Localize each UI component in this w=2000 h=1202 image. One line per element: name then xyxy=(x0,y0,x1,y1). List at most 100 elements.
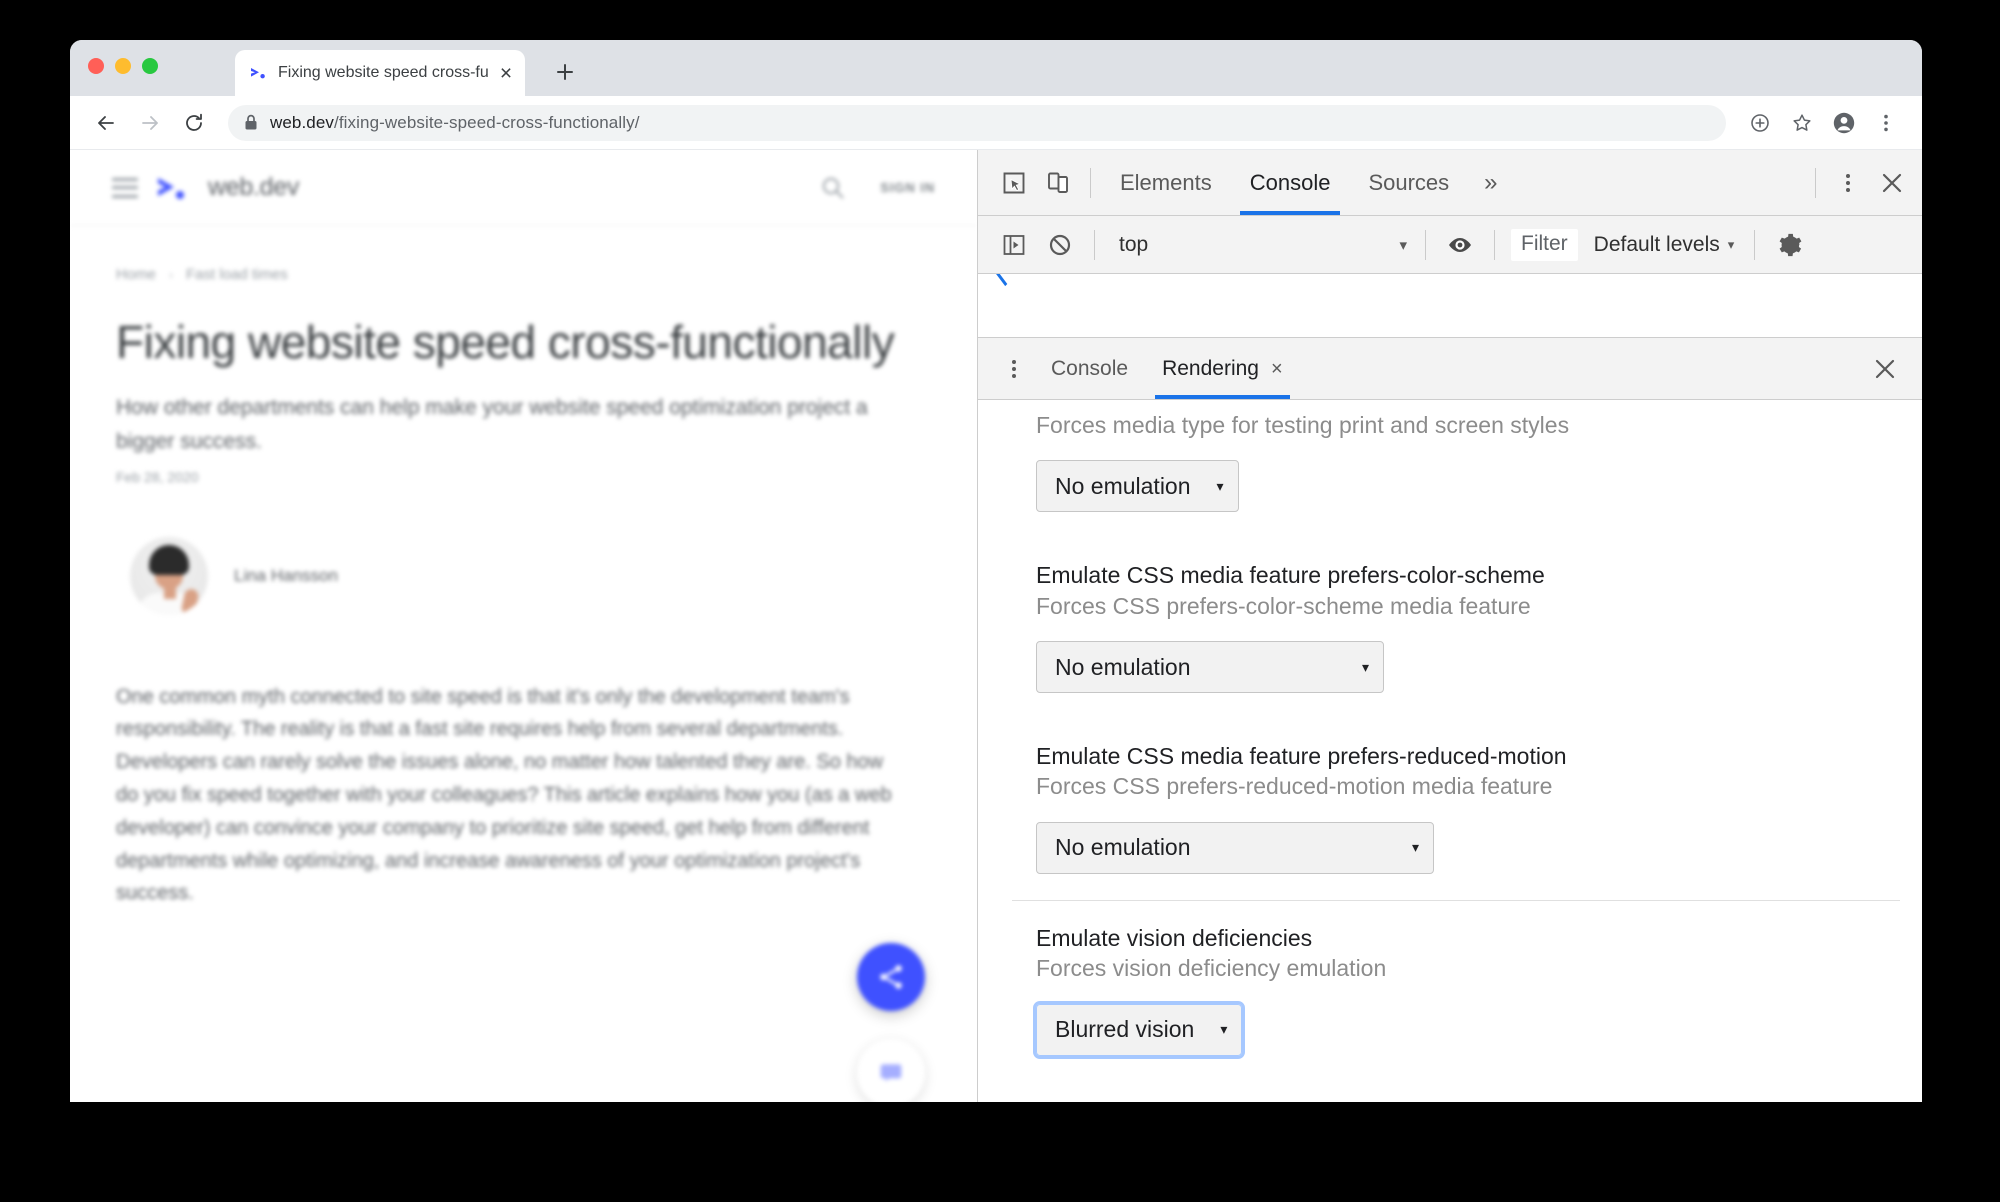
drawer-tab-label: Console xyxy=(1051,356,1129,380)
chevron-down-icon: ▾ xyxy=(1361,658,1369,675)
back-button[interactable] xyxy=(86,103,126,143)
browser-tab[interactable]: Fixing website speed cross-fun × xyxy=(235,50,525,96)
drawer-tab-console[interactable]: Console xyxy=(1034,339,1145,399)
live-expression-icon[interactable] xyxy=(1438,223,1482,267)
more-tabs-button[interactable]: » xyxy=(1468,151,1513,215)
site-name[interactable]: web.dev xyxy=(208,173,299,202)
reload-button[interactable] xyxy=(174,103,214,143)
tab-console[interactable]: Console xyxy=(1231,151,1350,215)
divider xyxy=(1425,229,1426,260)
drawer-tab-label: Rendering xyxy=(1162,356,1259,380)
url-path: /fixing-website-speed-cross-functionally… xyxy=(334,112,640,132)
divider xyxy=(1090,167,1091,198)
breadcrumb: Home › Fast load times xyxy=(116,266,933,283)
select-value: No emulation xyxy=(1055,653,1191,680)
emulate-vision-deficiencies-select[interactable]: Blurred vision ▾ xyxy=(1032,1000,1246,1059)
rendering-settings-panel[interactable]: Forces media type for testing print and … xyxy=(978,400,1922,1102)
breadcrumb-item-fast-load-times[interactable]: Fast load times xyxy=(186,266,288,283)
signin-link[interactable]: SIGN IN xyxy=(880,180,935,195)
devtools-drawer-tabs: Console Rendering × xyxy=(978,338,1922,400)
prefers-reduced-motion-select[interactable]: No emulation ▾ xyxy=(1036,821,1434,874)
new-tab-button[interactable] xyxy=(550,57,580,87)
desktop-background: Fixing website speed cross-fun × web.dev… xyxy=(0,0,2000,1202)
browser-tab-title: Fixing website speed cross-fun xyxy=(278,64,488,81)
chrome-menu-icon[interactable] xyxy=(1866,103,1906,143)
tab-elements[interactable]: Elements xyxy=(1101,151,1231,215)
close-icon[interactable]: × xyxy=(497,63,515,84)
console-message-list[interactable] xyxy=(978,274,1922,338)
close-icon[interactable]: × xyxy=(1271,359,1283,379)
avatar xyxy=(130,536,208,615)
chevron-down-icon: ▾ xyxy=(1399,236,1407,254)
close-drawer-button[interactable] xyxy=(1860,344,1910,394)
rendering-section-prefers-color-scheme: Emulate CSS media feature prefers-color-… xyxy=(978,538,1922,719)
section-description: Forces vision deficiency emulation xyxy=(1036,955,1387,982)
chevron-down-icon: ▾ xyxy=(1411,839,1419,856)
divider xyxy=(1494,229,1495,260)
section-title: Emulate CSS media feature prefers-color-… xyxy=(1036,562,1545,589)
divider xyxy=(1094,229,1095,260)
close-icon[interactable] xyxy=(1870,161,1914,205)
browser-content-area: web.dev SIGN IN Home › Fast load times F… xyxy=(70,150,1922,1102)
log-levels-value: Default levels xyxy=(1593,232,1720,256)
rendering-section-prefers-reduced-motion: Emulate CSS media feature prefers-reduce… xyxy=(978,719,1922,900)
lock-icon xyxy=(244,114,258,131)
site-header: web.dev SIGN IN xyxy=(70,150,977,226)
section-description: Forces CSS prefers-reduced-motion media … xyxy=(1036,773,1553,800)
tab-sources[interactable]: Sources xyxy=(1349,151,1468,215)
minimize-window-button[interactable] xyxy=(115,58,131,74)
add-to-desktop-icon[interactable] xyxy=(1740,103,1780,143)
inspect-element-icon[interactable] xyxy=(992,161,1036,205)
prefers-color-scheme-select[interactable]: No emulation ▾ xyxy=(1036,641,1384,694)
page-blur-layer: web.dev SIGN IN Home › Fast load times F… xyxy=(70,150,977,1102)
page-title: Fixing website speed cross-functionally xyxy=(116,316,895,368)
chevron-down-icon: ▾ xyxy=(1220,1021,1228,1038)
article-date: Feb 28, 2020 xyxy=(116,468,199,485)
section-description: Forces media type for testing print and … xyxy=(1036,412,1570,438)
drawer-tab-rendering[interactable]: Rendering × xyxy=(1145,339,1300,399)
webdev-logo-icon xyxy=(249,63,269,83)
divider xyxy=(1754,229,1756,260)
select-value: Blurred vision xyxy=(1055,1016,1195,1043)
device-toolbar-icon[interactable] xyxy=(1036,161,1080,205)
article-paragraph: One common myth connected to site speed … xyxy=(116,685,892,905)
rendered-page-pane: web.dev SIGN IN Home › Fast load times F… xyxy=(70,150,977,1102)
address-bar-url: web.dev/fixing-website-speed-cross-funct… xyxy=(270,113,640,133)
profile-avatar-icon[interactable] xyxy=(1824,103,1864,143)
drawer-menu-icon[interactable] xyxy=(994,349,1034,389)
author-name: Lina Hansson xyxy=(234,565,338,585)
browser-tab-strip: Fixing website speed cross-fun × xyxy=(70,40,1922,96)
article: Home › Fast load times Fixing website sp… xyxy=(70,226,977,910)
forward-button[interactable] xyxy=(130,103,170,143)
browser-toolbar-actions xyxy=(1740,103,1906,143)
execution-context-selector[interactable]: top ▾ xyxy=(1113,233,1413,257)
gear-icon[interactable] xyxy=(1767,223,1811,267)
maximize-window-button[interactable] xyxy=(142,58,158,74)
clear-console-icon[interactable] xyxy=(1038,223,1082,267)
console-filter-bar: top ▾ Filter Default levels ▾ xyxy=(978,216,1922,274)
article-subtitle: How other departments can help make your… xyxy=(116,395,868,453)
browser-toolbar: web.dev/fixing-website-speed-cross-funct… xyxy=(70,96,1922,150)
article-body: One common myth connected to site speed … xyxy=(116,681,933,911)
search-input[interactable]: Filter xyxy=(1511,228,1578,261)
log-levels-selector[interactable]: Default levels ▾ xyxy=(1580,233,1743,257)
hamburger-menu-icon[interactable] xyxy=(112,177,138,198)
devtools-toolbar: Elements Console Sources » xyxy=(978,150,1922,216)
webdev-logo-icon[interactable] xyxy=(156,173,190,203)
divider xyxy=(1815,167,1816,198)
chevron-down-icon: ▾ xyxy=(1216,477,1224,494)
console-message-fragment xyxy=(995,274,1017,287)
rendering-section-vision-deficiencies: Emulate vision deficiencies Forces visio… xyxy=(1012,899,1900,1082)
breadcrumb-separator-icon: › xyxy=(169,267,174,282)
breadcrumb-item-home[interactable]: Home xyxy=(116,266,156,283)
devtools-menu-icon[interactable] xyxy=(1826,161,1870,205)
console-sidebar-icon[interactable] xyxy=(992,223,1036,267)
search-icon[interactable] xyxy=(820,175,846,201)
address-bar[interactable]: web.dev/fixing-website-speed-cross-funct… xyxy=(228,104,1726,141)
emulate-media-type-select[interactable]: No emulation ▾ xyxy=(1036,460,1239,513)
url-host: web.dev xyxy=(270,112,335,132)
author-row: Lina Hansson xyxy=(116,536,933,615)
bookmark-star-icon[interactable] xyxy=(1782,103,1822,143)
close-window-button[interactable] xyxy=(88,58,104,74)
section-title: Emulate vision deficiencies xyxy=(1036,924,1313,951)
